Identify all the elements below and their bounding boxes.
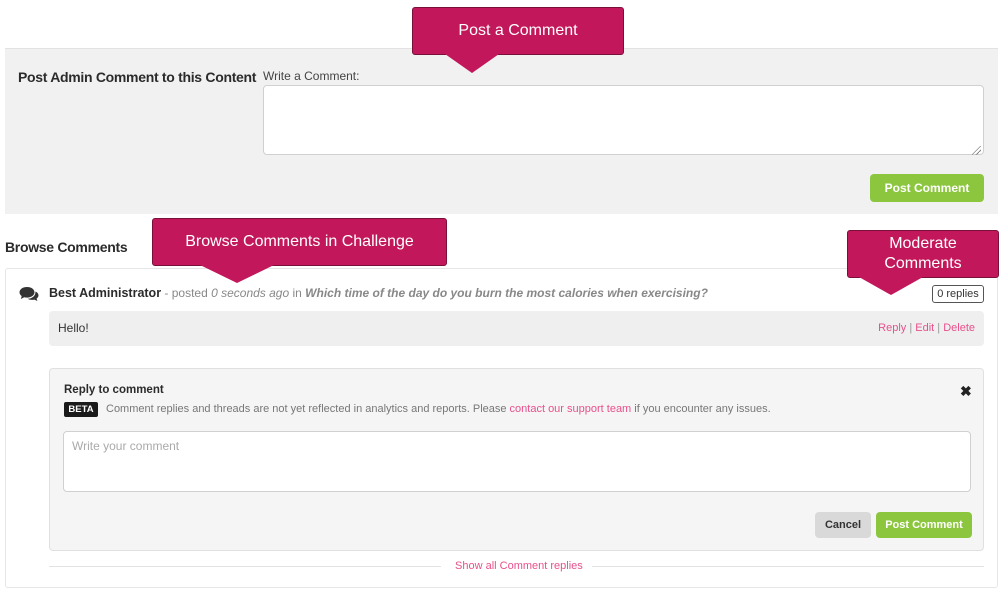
reply-textarea[interactable] bbox=[63, 431, 971, 492]
contact-support-link[interactable]: contact our support team bbox=[510, 403, 632, 415]
resize-grip-icon[interactable] bbox=[972, 146, 981, 155]
posted-prefix: - posted bbox=[161, 286, 212, 300]
reply-form: Reply to comment ✖ BETA Comment replies … bbox=[49, 368, 984, 551]
callout-arrow bbox=[200, 265, 274, 283]
in-word: in bbox=[289, 286, 306, 300]
beta-note-suffix: if you encounter any issues. bbox=[631, 403, 771, 415]
reply-post-comment-button[interactable]: Post Comment bbox=[876, 512, 972, 538]
callout-arrow bbox=[859, 277, 923, 295]
reply-form-title: Reply to comment bbox=[64, 384, 164, 396]
comment-body: Hello! Reply | Edit | Delete bbox=[49, 311, 984, 346]
write-comment-label: Write a Comment: bbox=[263, 69, 360, 83]
reply-link[interactable]: Reply bbox=[878, 322, 906, 334]
beta-badge: BETA bbox=[64, 402, 98, 417]
callout-browse-comments: Browse Comments in Challenge bbox=[152, 218, 447, 266]
browse-comments-title: Browse Comments bbox=[5, 239, 128, 255]
posted-time: 0 seconds ago bbox=[211, 286, 290, 300]
callout-post-comment: Post a Comment bbox=[412, 7, 624, 55]
comment-author: Best Administrator bbox=[49, 286, 162, 300]
comment-meta: Best Administrator - posted 0 seconds ag… bbox=[49, 286, 708, 300]
comment-text: Hello! bbox=[58, 321, 89, 335]
callout-moderate-comments: Moderate Comments bbox=[847, 230, 999, 278]
delete-link[interactable]: Delete bbox=[943, 322, 975, 334]
comment-actions: Reply | Edit | Delete bbox=[878, 322, 975, 334]
comments-icon bbox=[19, 287, 39, 301]
beta-note: Comment replies and threads are not yet … bbox=[106, 403, 771, 415]
edit-link[interactable]: Edit bbox=[915, 322, 934, 334]
admin-comment-panel: Post Admin Comment to this Content Write… bbox=[5, 48, 998, 214]
comment-content-title: Which time of the day do you burn the mo… bbox=[305, 286, 708, 300]
comments-list: Best Administrator - posted 0 seconds ag… bbox=[5, 268, 998, 588]
callout-moderate-line2: Comments bbox=[884, 255, 962, 272]
cancel-button[interactable]: Cancel bbox=[815, 512, 871, 538]
show-all-replies-link[interactable]: Show all Comment replies bbox=[455, 560, 583, 572]
beta-note-prefix: Comment replies and threads are not yet … bbox=[106, 403, 510, 415]
divider bbox=[49, 566, 441, 567]
divider bbox=[592, 566, 984, 567]
callout-arrow bbox=[445, 54, 499, 73]
admin-post-comment-button[interactable]: Post Comment bbox=[870, 174, 984, 202]
callout-moderate-line1: Moderate bbox=[889, 235, 957, 252]
action-separator: | bbox=[934, 322, 944, 334]
close-icon[interactable]: ✖ bbox=[960, 383, 972, 400]
action-separator: | bbox=[906, 322, 916, 334]
replies-count-badge[interactable]: 0 replies bbox=[932, 285, 984, 303]
admin-comment-textarea[interactable] bbox=[263, 85, 984, 155]
admin-comment-title: Post Admin Comment to this Content bbox=[18, 69, 257, 85]
